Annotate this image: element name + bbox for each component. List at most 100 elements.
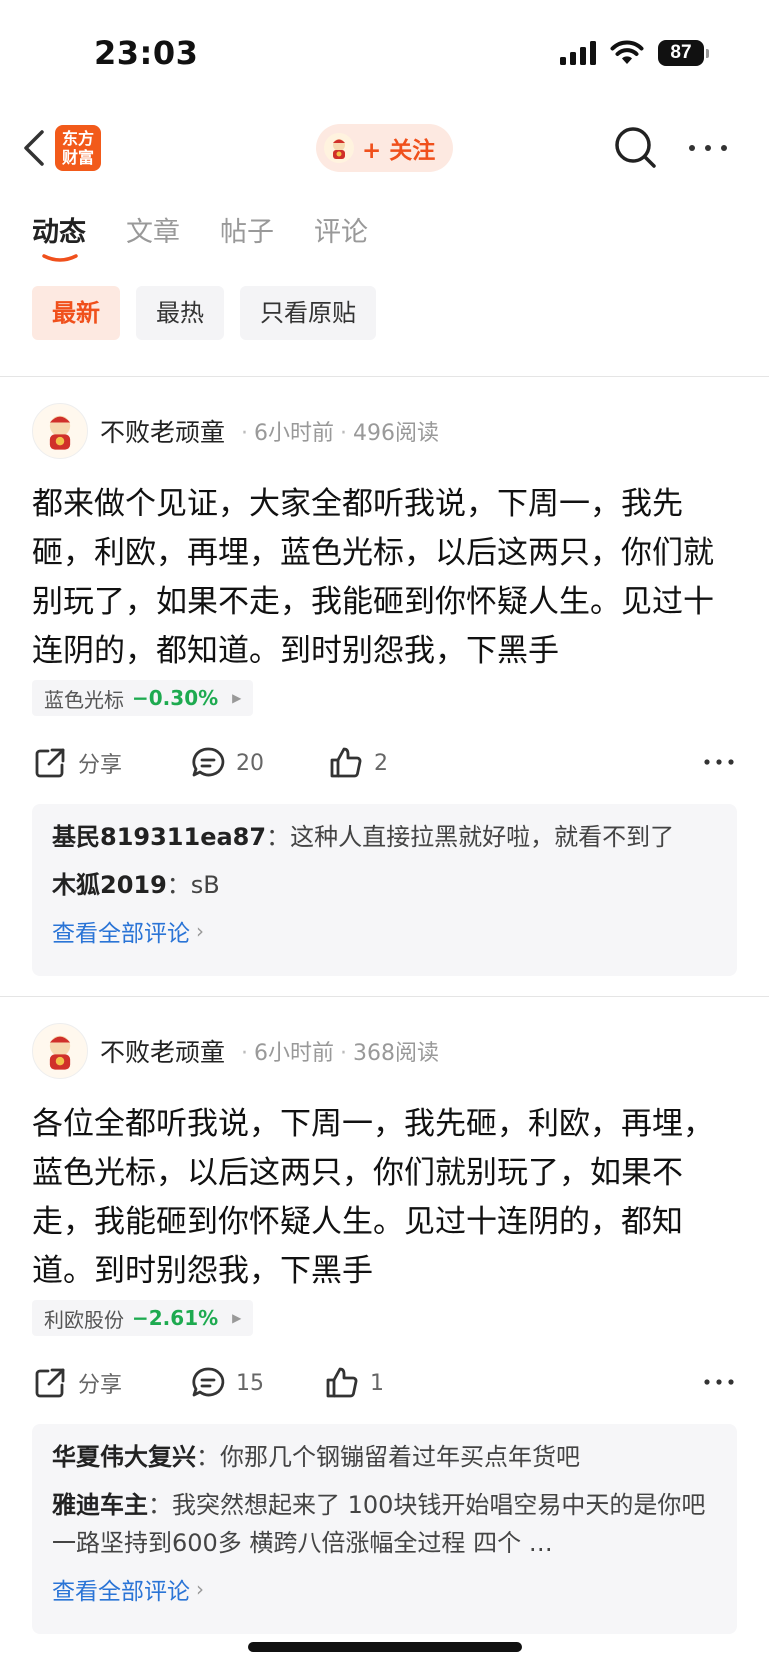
- author-avatar[interactable]: [32, 1023, 88, 1079]
- view-all-comments-link[interactable]: 查看全部评论 ›: [52, 1572, 717, 1606]
- stock-tag[interactable]: 蓝色光标 −0.30% ▶: [32, 680, 254, 716]
- author-name[interactable]: 不败老顽童: [100, 1033, 225, 1069]
- comment-count: 15: [236, 1370, 264, 1396]
- mascot-icon: [49, 415, 71, 450]
- comment-button[interactable]: 20: [190, 740, 264, 786]
- comment-bubble-icon: [192, 747, 225, 777]
- stock-change: −0.30%: [132, 686, 219, 710]
- tab-dynamic[interactable]: 动态: [32, 210, 86, 262]
- comment-button[interactable]: 15: [190, 1360, 264, 1406]
- more-dots-icon: [704, 759, 734, 765]
- cellular-signal-icon: [560, 41, 596, 65]
- battery-indicator: 87: [658, 40, 709, 66]
- comment-item[interactable]: 雅迪车主：我突然想起来了 100块钱开始唱空易中天的是你吧 一路坚持到600多 …: [52, 1486, 717, 1562]
- chevron-right-icon: ›: [196, 919, 204, 943]
- back-button[interactable]: [18, 124, 50, 172]
- tab-posts[interactable]: 帖子: [220, 210, 274, 260]
- post-actions: 分享 20 2: [32, 740, 737, 786]
- comment-colon: ：: [166, 871, 191, 899]
- tab-articles[interactable]: 文章: [126, 210, 180, 260]
- post-author-row: 不败老顽童 · 6小时前 · 496阅读: [32, 402, 439, 460]
- share-label: 分享: [78, 1373, 123, 1398]
- post-more-button[interactable]: [701, 1364, 737, 1400]
- comment-item[interactable]: 木狐2019：sB: [52, 866, 717, 904]
- chevron-right-icon: ›: [196, 1577, 204, 1601]
- stock-change: −2.61%: [132, 1306, 219, 1330]
- view-all-comments-link[interactable]: 查看全部评论 ›: [52, 914, 717, 948]
- post-body[interactable]: 都来做个见证，大家全都听我说，下周一，我先砸，利欧，再埋，蓝色光标，以后这两只，…: [32, 480, 737, 676]
- post-reads: 368阅读: [353, 1041, 440, 1066]
- follow-button[interactable]: + 关注: [316, 124, 453, 172]
- comment-bubble-icon: [192, 1367, 225, 1397]
- stock-name: 蓝色光标: [44, 687, 124, 712]
- tab-comments[interactable]: 评论: [314, 210, 368, 260]
- comment-count: 20: [236, 750, 264, 776]
- view-all-label: 查看全部评论: [52, 921, 190, 947]
- logo-line-2: 财富: [61, 148, 94, 167]
- nav-bar: 东方 财富 + 关注: [0, 110, 769, 190]
- tab-label: 帖子: [220, 217, 274, 248]
- comment-user[interactable]: 基民819311ea87: [52, 823, 266, 851]
- share-label: 分享: [78, 753, 123, 778]
- comment-text: sB: [190, 871, 220, 899]
- thumbs-up-icon: [330, 747, 362, 778]
- more-options-button[interactable]: [686, 130, 730, 166]
- post-card[interactable]: 不败老顽童 · 6小时前 · 496阅读 都来做个见证，大家全都听我说，下周一，我先砸…: [0, 402, 769, 976]
- search-button[interactable]: [612, 124, 660, 172]
- stock-tag[interactable]: 利欧股份 −2.61% ▶: [32, 1300, 254, 1336]
- follow-label: + 关注: [362, 138, 436, 164]
- tab-label: 文章: [126, 217, 180, 248]
- post-more-button[interactable]: [701, 744, 737, 780]
- filter-bar: 最新 最热 只看原贴: [32, 286, 376, 340]
- status-icons: 87: [560, 40, 709, 66]
- filter-original-only[interactable]: 只看原贴: [240, 286, 376, 340]
- comment-colon: ：: [196, 1443, 220, 1471]
- comment-user[interactable]: 华夏伟大复兴: [52, 1443, 196, 1471]
- more-dots-icon: [704, 1379, 734, 1385]
- comment-preview: 华夏伟大复兴：你那几个钢镚留着过年买点年货吧 雅迪车主：我突然想起来了 100块…: [32, 1424, 737, 1634]
- search-icon: [615, 127, 656, 168]
- post-time: 6小时前: [254, 1041, 335, 1066]
- filter-latest[interactable]: 最新: [32, 286, 120, 340]
- mascot-icon: [333, 139, 345, 159]
- share-icon: [35, 1368, 65, 1398]
- home-indicator[interactable]: [248, 1642, 522, 1652]
- post-reads: 496阅读: [353, 421, 440, 446]
- comment-colon: ：: [148, 1491, 172, 1519]
- comment-item[interactable]: 基民819311ea87：这种人直接拉黑就好啦，就看不到了: [52, 818, 717, 856]
- mascot-icon: [49, 1035, 71, 1070]
- meta-separator: ·: [340, 421, 348, 446]
- like-count: 1: [370, 1370, 384, 1396]
- view-all-label: 查看全部评论: [52, 1579, 190, 1605]
- meta-separator: ·: [340, 1041, 348, 1066]
- like-button[interactable]: 1: [324, 1360, 384, 1406]
- author-avatar[interactable]: [32, 403, 88, 459]
- tab-label: 动态: [32, 217, 86, 248]
- comment-text: 这种人直接拉黑就好啦，就看不到了: [290, 823, 675, 851]
- battery-level: 87: [658, 40, 704, 66]
- tab-bar: 动态 文章 帖子 评论: [32, 210, 368, 262]
- meta-separator: ·: [241, 1041, 249, 1066]
- like-count: 2: [374, 750, 388, 776]
- post-card[interactable]: 不败老顽童 · 6小时前 · 368阅读 各位全都听我说，下周一，我先砸，利欧，再埋，…: [0, 1022, 769, 1634]
- stock-name: 利欧股份: [44, 1307, 124, 1332]
- comment-user[interactable]: 雅迪车主: [52, 1491, 148, 1519]
- meta-separator: ·: [241, 421, 249, 446]
- like-button[interactable]: 2: [328, 740, 388, 786]
- thumbs-up-icon: [326, 1367, 358, 1398]
- comment-colon: ：: [266, 823, 291, 851]
- share-button[interactable]: 分享: [32, 1360, 122, 1406]
- filter-hottest[interactable]: 最热: [136, 286, 224, 340]
- status-bar: 23:03 87: [0, 0, 769, 110]
- post-body[interactable]: 各位全都听我说，下周一，我先砸，利欧，再埋，蓝色光标，以后这两只，你们就别玩了，…: [32, 1100, 737, 1296]
- post-author-row: 不败老顽童 · 6小时前 · 368阅读: [32, 1022, 439, 1080]
- comment-user[interactable]: 木狐2019: [52, 871, 167, 899]
- play-arrow-icon: ▶: [232, 1311, 242, 1325]
- app-logo: 东方 财富: [55, 125, 101, 171]
- post-actions: 分享 15 1: [32, 1360, 737, 1406]
- comment-item[interactable]: 华夏伟大复兴：你那几个钢镚留着过年买点年货吧: [52, 1438, 717, 1476]
- author-name[interactable]: 不败老顽童: [100, 413, 225, 449]
- post-time: 6小时前: [254, 421, 335, 446]
- battery-tip: [706, 48, 709, 58]
- share-button[interactable]: 分享: [32, 740, 122, 786]
